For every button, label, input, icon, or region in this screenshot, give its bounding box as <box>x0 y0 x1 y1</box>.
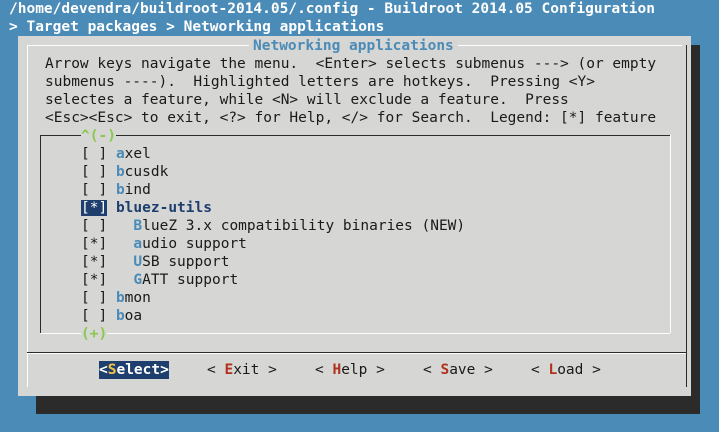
help-line-1: Arrow keys navigate the menu. <Enter> se… <box>45 56 657 72</box>
checkbox[interactable]: [*] <box>81 200 108 216</box>
button-label: ave > <box>449 362 493 378</box>
hotkey: B <box>133 218 143 234</box>
hotkey: b <box>115 182 125 198</box>
scroll-down-indicator: (+) <box>81 325 108 343</box>
save-button[interactable]: < Save > <box>423 361 493 379</box>
button-label: oad > <box>557 362 601 378</box>
hotkey: a <box>115 146 125 162</box>
hotkey: b <box>115 308 125 324</box>
breadcrumb: > Target packages > Networking applicati… <box>9 19 385 35</box>
checkbox[interactable]: [ ] <box>81 218 107 234</box>
menu-item-label: SB support <box>142 254 230 270</box>
hotkey: a <box>133 236 143 252</box>
menu-item-gatt-support[interactable]: [*] GATT support <box>81 271 238 289</box>
menu-item-axel[interactable]: [ ] axel <box>81 145 151 163</box>
checkbox[interactable]: [ ] <box>81 182 107 198</box>
menu-item-usb-support[interactable]: [*] USB support <box>81 253 229 271</box>
menu-item-bluez-utils[interactable]: [*] bluez-utils <box>81 199 212 217</box>
hotkey: b <box>115 164 125 180</box>
button-bracket: < <box>531 362 549 378</box>
button-bracket: < <box>315 362 333 378</box>
button-label: xit > <box>233 362 277 378</box>
help-line-2: submenus ----). Highlighted letters are … <box>45 74 595 90</box>
help-line-3: selectes a feature, while <N> will exclu… <box>45 92 569 108</box>
backtitle: /home/devendra/buildroot-2014.05/.config… <box>9 1 656 17</box>
menu-item-label: ind <box>124 182 151 198</box>
help-button[interactable]: < Help > <box>315 361 385 379</box>
hotkey: U <box>133 254 143 270</box>
menu-item-boa[interactable]: [ ] boa <box>81 307 142 325</box>
menu-item-label: udio support <box>142 236 247 252</box>
button-bracket: < <box>423 362 441 378</box>
dialog-border-right <box>686 45 687 387</box>
load-button[interactable]: < Load > <box>531 361 601 379</box>
menu-box-border-top <box>40 135 670 136</box>
menu-item-bmon[interactable]: [ ] bmon <box>81 289 151 307</box>
hotkey: H <box>332 362 342 378</box>
menu-item-label: ATT support <box>142 272 239 288</box>
help-line-4: <Esc><Esc> to exit, <?> for Help, </> fo… <box>45 110 657 126</box>
checkbox[interactable]: [*] <box>81 272 107 288</box>
hotkey: E <box>224 362 234 378</box>
menu-item-label: lueZ 3.x compatibility binaries (NEW) <box>142 218 466 234</box>
menu-item-label: cusdk <box>124 164 169 180</box>
menu-item-bind[interactable]: [ ] bind <box>81 181 151 199</box>
dialog-border-left <box>27 45 28 387</box>
hotkey: b <box>115 200 125 216</box>
dialog-shadow-right <box>691 45 700 414</box>
checkbox[interactable]: [ ] <box>81 164 107 180</box>
menu-item-label: luez-utils <box>124 200 212 216</box>
hotkey: L <box>548 362 558 378</box>
hotkey: b <box>115 290 125 306</box>
menu-box-border-left <box>40 135 41 333</box>
dialog-shadow-bottom <box>36 396 700 414</box>
button-label: elect> <box>116 362 169 378</box>
scroll-up-indicator: ^(-) <box>81 127 116 145</box>
menu-item-label: oa <box>124 308 143 324</box>
dialog-separator-highlight <box>27 353 686 354</box>
menu-item-audio-support[interactable]: [*] audio support <box>81 235 247 253</box>
button-label: elp > <box>341 362 385 378</box>
hotkey: G <box>133 272 143 288</box>
menu-item-bluez3-compat[interactable]: [ ] BlueZ 3.x compatibility binaries (NE… <box>81 217 465 235</box>
dialog-title: Networking applications <box>249 37 458 55</box>
button-bracket: < <box>99 362 108 378</box>
menu-box-border-right <box>670 135 671 333</box>
select-button[interactable]: <Select> <box>99 361 169 379</box>
menu-box-border-bottom <box>40 333 670 334</box>
checkbox[interactable]: [*] <box>81 236 107 252</box>
menu-item-label: xel <box>124 146 151 162</box>
menu-item-bcusdk[interactable]: [ ] bcusdk <box>81 163 168 181</box>
hotkey: S <box>440 362 450 378</box>
button-bracket: < <box>207 362 225 378</box>
exit-button[interactable]: < Exit > <box>207 361 277 379</box>
checkbox[interactable]: [ ] <box>81 308 107 324</box>
menu-item-label: mon <box>124 290 151 306</box>
checkbox[interactable]: [*] <box>81 254 107 270</box>
checkbox[interactable]: [ ] <box>81 146 107 162</box>
checkbox[interactable]: [ ] <box>81 290 107 306</box>
